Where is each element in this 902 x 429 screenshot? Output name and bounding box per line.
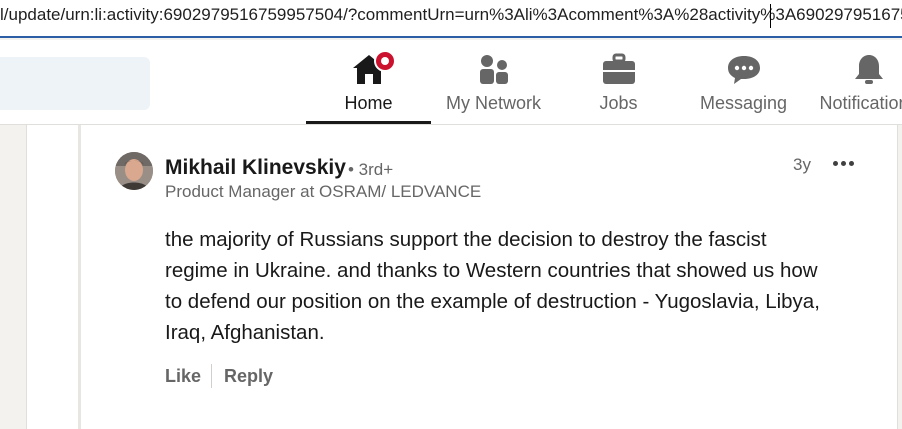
comment-line: regime in Ukraine. and thanks to Western…	[165, 259, 818, 282]
browser-url-bar[interactable]: l/update/urn:li:activity:690297951675995…	[0, 0, 902, 38]
nav-notifications[interactable]: Notifications	[806, 40, 902, 125]
nav-my-network[interactable]: My Network	[431, 40, 556, 125]
bell-icon	[854, 55, 883, 84]
top-navigation: Home My Network Jobs Messaging Notificat…	[0, 40, 902, 125]
notification-badge	[374, 50, 396, 72]
people-icon	[479, 55, 508, 84]
nav-jobs[interactable]: Jobs	[556, 40, 681, 125]
comment-line: to defend our position on the example of…	[165, 290, 820, 313]
comment-line: the majority of Russians support the dec…	[165, 228, 767, 251]
search-input[interactable]	[0, 57, 150, 110]
comment-line: Iraq, Afghanistan.	[165, 321, 325, 344]
comment-body: the majority of Russians support the dec…	[165, 224, 880, 348]
author-headline: Product Manager at OSRAM/ LEDVANCE	[165, 182, 482, 201]
nav-my-network-label: My Network	[445, 93, 541, 113]
more-options-icon[interactable]	[833, 152, 859, 174]
nav-home[interactable]: Home	[306, 40, 431, 124]
action-divider	[211, 364, 212, 388]
briefcase-icon	[602, 53, 635, 84]
like-button[interactable]: Like	[165, 366, 201, 387]
url-text[interactable]: l/update/urn:li:activity:690297951675995…	[0, 5, 902, 25]
nav-jobs-label: Jobs	[599, 93, 638, 113]
avatar-photo	[115, 152, 153, 190]
nav-messaging-label: Messaging	[699, 93, 788, 113]
chat-bubble-icon	[727, 56, 760, 84]
reply-button[interactable]: Reply	[224, 366, 273, 387]
nav-messaging[interactable]: Messaging	[681, 40, 806, 125]
nav-notifications-label: Notifications	[819, 93, 902, 113]
comment-timestamp: 3y	[793, 155, 811, 174]
avatar[interactable]	[115, 152, 153, 190]
nav-home-label: Home	[344, 93, 393, 113]
connection-degree: • 3rd+	[348, 160, 394, 179]
text-caret	[770, 4, 771, 28]
comment-author-name[interactable]: Mikhail Klinevskiy	[165, 156, 346, 180]
